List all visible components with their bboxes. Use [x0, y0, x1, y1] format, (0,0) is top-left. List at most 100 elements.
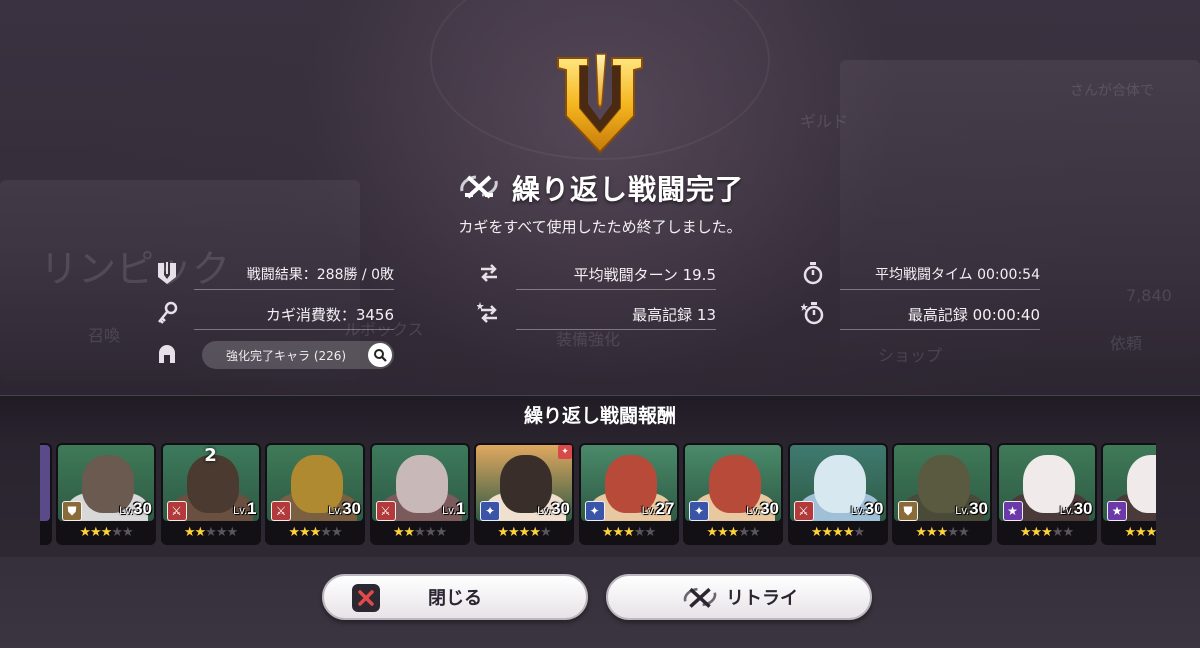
- star-icon: ★: [194, 525, 207, 540]
- reward-title: 繰り返し戦闘報酬: [523, 405, 676, 427]
- sword-role-icon: ⚔: [793, 501, 814, 521]
- star-icon: ★: [79, 525, 91, 540]
- star-icon: ★: [957, 525, 970, 540]
- reward-card[interactable]: ⛊ Lv.30 ★★★★★: [56, 443, 156, 545]
- star-icon: ★: [288, 525, 300, 540]
- star-icon: ★: [309, 525, 322, 540]
- reward-card[interactable]: ★ Lv.30 ★★★★★: [996, 443, 1097, 545]
- star-icon: ★: [205, 525, 217, 540]
- level-prefix: Lv.: [537, 505, 552, 517]
- level-label: Lv.30: [746, 499, 779, 519]
- star-icon: ★: [821, 525, 834, 540]
- level-value: 30: [551, 499, 570, 518]
- star-icon: ★: [936, 525, 949, 540]
- star-icon: ★: [1124, 525, 1136, 540]
- divider: [840, 289, 1040, 290]
- reward-card[interactable]: ✦ Lv.27 ★★★★★: [578, 443, 679, 545]
- reward-card[interactable]: ⚔ Lv.1 2 ★★★★★: [160, 443, 261, 545]
- level-value: 30: [1073, 499, 1093, 518]
- star-icon: ★: [810, 525, 823, 540]
- best-turn-arrows-icon: [476, 300, 502, 326]
- results-screen: リンピック 召喚 ルボックス 装備強化 ショップ 依頼 ギルド 7,840 さん…: [0, 0, 1200, 648]
- star-rating: ★★★★★: [892, 525, 992, 540]
- level-value: 30: [342, 499, 361, 518]
- crossed-swords-repeat-icon: [680, 583, 720, 611]
- divider: [194, 329, 394, 330]
- level-value: 1: [456, 499, 466, 518]
- search-icon[interactable]: [368, 343, 392, 367]
- star-icon: ★: [215, 525, 228, 540]
- stat-best-turns: 最高記録 13: [476, 296, 716, 330]
- key-icon: [154, 300, 180, 326]
- shield-v-icon: [154, 260, 180, 286]
- level-prefix: Lv.: [442, 505, 457, 517]
- reward-card[interactable]: ✦ ✦ Lv.30 ★★★★★: [474, 443, 574, 545]
- new-badge-icon: ✦: [558, 445, 572, 459]
- level-prefix: Lv.: [119, 505, 134, 517]
- level-label: Lv.30: [955, 499, 988, 519]
- mage-role-icon: ✦: [480, 501, 500, 521]
- star-rating: ★★★★★: [370, 525, 470, 540]
- star-rating: ★★★★★: [997, 525, 1097, 540]
- victory-emblem: [550, 46, 650, 156]
- stat-best-time: 最高記録 00:00:40: [800, 296, 1040, 330]
- level-prefix: Lv.: [955, 505, 970, 517]
- level-value: 30: [969, 499, 988, 518]
- reward-card-partial[interactable]: [40, 443, 52, 545]
- bg-shop-text: ショップ: [878, 346, 943, 365]
- star-icon: ★: [842, 525, 855, 540]
- level-label: Lv.30: [328, 499, 361, 519]
- star-icon: ★: [121, 525, 134, 540]
- level-value: 1: [247, 499, 257, 518]
- star-rating: ★★★★★: [161, 525, 261, 540]
- star-rating: ★★★★★: [474, 525, 574, 540]
- reward-card[interactable]: ⛊ Lv.30 ★★★★★: [892, 443, 992, 545]
- star-icon: ★: [601, 525, 614, 540]
- star-icon: ★: [435, 525, 447, 540]
- star-icon: ★: [947, 525, 959, 540]
- item-count: 2: [204, 445, 217, 466]
- best-stopwatch-icon: [800, 300, 826, 326]
- page-title: 繰り返し戦闘完了: [511, 173, 744, 206]
- close-button[interactable]: 閉じる: [322, 574, 588, 620]
- sword-role-icon: ⚔: [271, 501, 291, 521]
- divider: [194, 289, 394, 290]
- close-icon: [352, 584, 380, 612]
- star-icon: ★: [403, 525, 416, 540]
- reward-card[interactable]: ⚔ Lv.1 ★★★★★: [369, 443, 470, 545]
- star-icon: ★: [853, 525, 865, 540]
- star-icon: ★: [508, 525, 520, 540]
- star-icon: ★: [1062, 525, 1074, 540]
- star-icon: ★: [738, 525, 750, 540]
- character-portrait: [40, 445, 50, 521]
- star-icon: ★: [539, 525, 552, 540]
- star-role-icon: ★: [1107, 501, 1127, 521]
- star-rating: ★★★★★: [683, 525, 783, 540]
- reward-strip[interactable]: ⛊ Lv.30 ★★★★★ ⚔ Lv.1 2 ★★★★★ ⚔ Lv.30 ★★★★★ ⚔ Lv.1 ★★…: [40, 443, 1156, 547]
- star-icon: ★: [717, 525, 729, 540]
- star-icon: ★: [748, 525, 761, 540]
- reward-card[interactable]: ✦ Lv.30 ★★★★★: [683, 443, 783, 545]
- star-icon: ★: [1051, 525, 1064, 540]
- mage-role-icon: ✦: [689, 501, 709, 521]
- turn-arrows-icon: [476, 260, 502, 286]
- divider: [516, 289, 716, 290]
- level-value: 30: [864, 499, 884, 518]
- star-icon: ★: [100, 525, 113, 540]
- reward-card[interactable]: ★★★★★★: [1101, 443, 1156, 545]
- star-icon: ★: [1019, 525, 1032, 540]
- retry-button[interactable]: リトライ: [606, 574, 872, 620]
- stat-key-consumption-text: カギ消費数：3456: [265, 306, 394, 324]
- stat-avg-turns-text: 平均戦闘ターン 19.5: [573, 266, 716, 284]
- level-prefix: Lv.: [328, 505, 343, 517]
- reward-card[interactable]: ⚔ Lv.30 ★★★★★: [787, 443, 888, 545]
- star-rating: ★★★★★: [788, 525, 888, 540]
- stat-avg-time-text: 平均戦闘タイム 00:00:54: [874, 267, 1040, 283]
- reward-card[interactable]: ⚔ Lv.30 ★★★★★: [265, 443, 365, 545]
- level-prefix: Lv.: [1059, 505, 1074, 517]
- enhanced-characters-search[interactable]: 強化完了キャラ (226): [202, 341, 394, 369]
- star-icon: ★: [226, 525, 238, 540]
- level-label: Lv.1: [233, 499, 256, 519]
- crossed-swords-repeat-icon: [456, 171, 502, 205]
- star-icon: ★: [330, 525, 343, 540]
